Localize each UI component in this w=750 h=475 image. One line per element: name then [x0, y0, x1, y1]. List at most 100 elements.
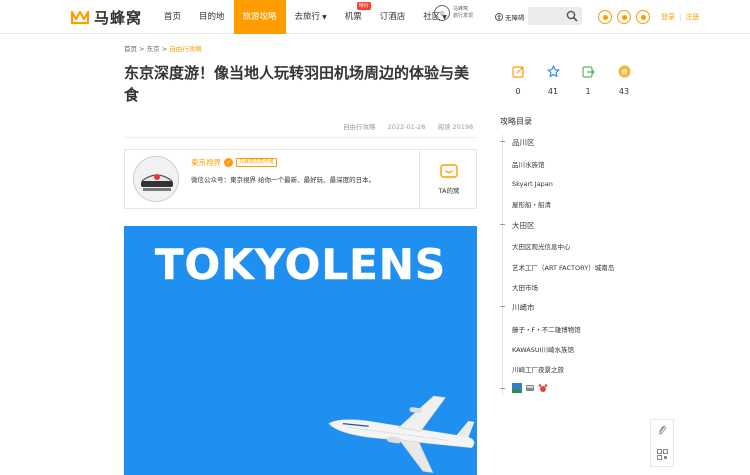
- article-stats: 0 41 1 蜂 43: [505, 63, 635, 96]
- divider: [124, 137, 477, 138]
- breadcrumb: 首页 > 东京 > 自由行攻略: [124, 43, 202, 53]
- breadcrumb-home[interactable]: 首页: [124, 45, 137, 53]
- mafengwo-logo-icon: [70, 10, 90, 25]
- stat-edit[interactable]: 0: [508, 63, 528, 96]
- search-icon[interactable]: [566, 10, 578, 22]
- avatar[interactable]: [133, 156, 179, 202]
- auth-links: 登录 | 注册: [661, 12, 699, 22]
- stat-honey[interactable]: 蜂 43: [614, 63, 634, 96]
- register-link[interactable]: 注册: [685, 13, 699, 21]
- stat-honey-count: 43: [618, 87, 630, 96]
- share-icon: [581, 66, 595, 78]
- promo-link[interactable]: ◎ 马蜂窝 旅行发现: [434, 5, 473, 21]
- toc-item[interactable]: 藤子・F・不二雄博物馆: [512, 324, 581, 334]
- accessibility-icon: [495, 13, 503, 21]
- nav-hotels-label: 订酒店: [379, 12, 406, 22]
- author-card: 東京視界 ✓ 马蜂窝优质作者 微信公众号：東京視界 给你一个最新、最好玩、最深度…: [124, 149, 477, 209]
- article-category[interactable]: 自由行攻略: [343, 123, 376, 131]
- author-tag: 马蜂窝优质作者: [236, 158, 278, 167]
- nav-hotels[interactable]: 订酒店: [371, 0, 415, 34]
- stat-edit-count: 0: [515, 87, 521, 96]
- nav-home-label: 首页: [164, 12, 182, 22]
- breadcrumb-separator: >: [139, 45, 145, 53]
- nav-destination[interactable]: 目的地: [190, 0, 234, 34]
- toc-item[interactable]: Skyart Japan: [512, 180, 553, 188]
- qr-code-icon[interactable]: [657, 449, 668, 460]
- promo-line-1: 马蜂窝: [453, 6, 469, 12]
- login-link[interactable]: 登录: [661, 13, 675, 21]
- divider: |: [679, 13, 682, 21]
- toc-marker: [500, 224, 505, 225]
- ta-home-label: TA的窝: [438, 186, 460, 195]
- airplane-illustration: [328, 395, 475, 473]
- weibo-icon[interactable]: [598, 10, 612, 24]
- toc-item[interactable]: 品川水族馆: [512, 159, 545, 169]
- accessibility-button[interactable]: 无障碍: [495, 12, 525, 22]
- promo-line-2: 旅行发现: [453, 13, 474, 19]
- special-price-badge: 特价: [356, 2, 371, 10]
- toc-item[interactable]: 川崎工厂夜景之旅: [512, 364, 564, 374]
- article-views: 阅读 20198: [437, 123, 474, 131]
- nav-travel-guides[interactable]: 旅游攻略: [233, 0, 286, 34]
- toc-title: 攻略目录: [500, 117, 532, 126]
- article-date: 2022-01-28: [387, 123, 426, 131]
- nav-go-travel-label: 去旅行: [294, 12, 321, 22]
- stat-favorite[interactable]: 41: [543, 63, 563, 96]
- social-login-group: [598, 10, 650, 24]
- author-avatar-image: [134, 157, 178, 201]
- nav-travel-guides-label: 旅游攻略: [242, 12, 277, 22]
- toc-item[interactable]: KAWASUI川崎水族馆: [512, 344, 574, 354]
- breadcrumb-city[interactable]: 东京: [147, 45, 160, 53]
- chevron-down-icon: ▼: [322, 14, 327, 21]
- promo-logo-icon: ◎: [434, 5, 450, 21]
- author-description: 微信公众号：東京視界 给你一个最新、最好玩、最深度的日本。: [191, 176, 376, 184]
- breadcrumb-current: 自由行攻略: [169, 45, 202, 53]
- logo-text: 马蜂窝: [94, 8, 143, 27]
- search-input[interactable]: [528, 7, 582, 25]
- train-icon: [526, 385, 534, 391]
- wechat-icon[interactable]: [636, 10, 650, 24]
- toc-marker: [500, 306, 505, 307]
- nav-flights-label: 机票: [344, 12, 362, 22]
- author-name-row: 東京視界 ✓ 马蜂窝优质作者: [191, 157, 278, 168]
- stat-share[interactable]: 1: [578, 63, 598, 96]
- landscape-icon: [512, 383, 522, 393]
- toc-item[interactable]: 大田市场: [512, 282, 538, 292]
- toc-timeline: [502, 135, 503, 395]
- toc-heading[interactable]: 大田区: [512, 220, 535, 231]
- toc-marker: [500, 141, 505, 142]
- main-nav: 首页 目的地 旅游攻略 去旅行 ▼ 机票 特价 订酒店 社区 ▼: [155, 0, 456, 34]
- breadcrumb-separator: >: [161, 45, 168, 53]
- stat-share-count: 1: [585, 87, 591, 96]
- toc-item[interactable]: 艺术工厂（ART FACTORY）城南岛: [512, 262, 614, 272]
- edit-icon: [511, 66, 524, 78]
- toc-emoji-row: [512, 383, 548, 393]
- site-logo[interactable]: 马蜂窝: [70, 7, 142, 27]
- crab-icon: [538, 384, 548, 392]
- star-icon: [546, 65, 560, 78]
- article-meta: 自由行攻略 2022-01-28 阅读 20198: [343, 121, 473, 131]
- toc-heading[interactable]: 川崎市: [512, 302, 535, 313]
- floating-toolbar: [650, 419, 674, 467]
- nav-destination-label: 目的地: [199, 12, 225, 22]
- toc-marker: [500, 388, 505, 389]
- svg-text:蜂: 蜂: [621, 68, 627, 76]
- author-name[interactable]: 東京視界: [191, 157, 221, 168]
- top-navigation-bar: 马蜂窝 首页 目的地 旅游攻略 去旅行 ▼ 机票 特价 订酒店 社区 ▼ ◎ 马蜂窝 …: [0, 0, 750, 34]
- honey-icon: 蜂: [618, 65, 630, 78]
- paperclip-icon[interactable]: [657, 425, 668, 436]
- article-title: 东京深度游！像当地人玩转羽田机场周边的体验与美食: [124, 64, 470, 104]
- nav-flights[interactable]: 机票 特价: [336, 0, 371, 34]
- ta-home-button[interactable]: TA的窝: [421, 150, 477, 208]
- verified-icon: ✓: [224, 158, 233, 167]
- hero-image: TOKYOLENS: [124, 226, 477, 475]
- nav-home[interactable]: 首页: [155, 0, 190, 34]
- nav-go-travel[interactable]: 去旅行 ▼: [286, 0, 336, 34]
- message-icon: [440, 163, 458, 178]
- toc-heading[interactable]: 品川区: [512, 137, 535, 148]
- divider: [419, 150, 420, 208]
- qq-icon[interactable]: [617, 10, 631, 24]
- toc-item[interactable]: 屋形船・船清: [512, 199, 551, 209]
- toc-item[interactable]: 大田区观光信息中心: [512, 241, 571, 251]
- accessibility-label: 无障碍: [505, 14, 525, 22]
